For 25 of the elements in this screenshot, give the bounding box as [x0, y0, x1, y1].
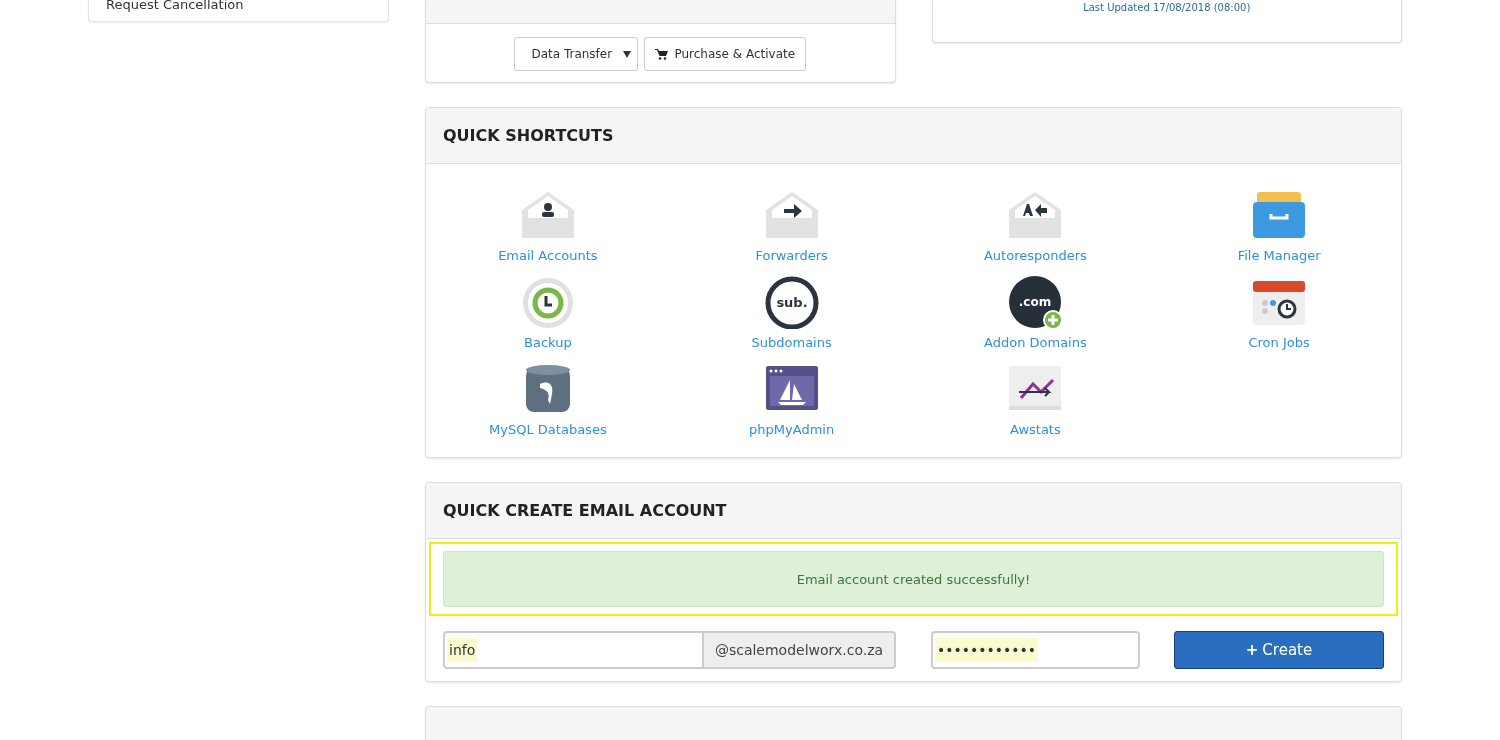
shortcut-link[interactable]: Autoresponders	[983, 248, 1087, 263]
purchase-button[interactable]: Purchase & Activate	[644, 37, 807, 71]
shortcut-link[interactable]: File Manager	[1237, 248, 1321, 263]
shortcut-link[interactable]: MySQL Databases	[489, 422, 607, 437]
cart-icon	[655, 48, 669, 60]
sidebar-item[interactable]: Request Cancellation	[88, 0, 389, 22]
caret-icon	[623, 50, 632, 58]
shortcut-link[interactable]: Awstats	[1010, 422, 1061, 437]
last-updated-text: Last Updated 17/08/2018 (08:00)	[1083, 2, 1251, 13]
panel-title: QUICK SHORTCUTS	[443, 126, 614, 145]
password-field[interactable]: ••••••••••••	[931, 631, 1140, 669]
shortcut-link[interactable]: Forwarders	[755, 248, 828, 263]
shortcut-link[interactable]: Subdomains	[751, 335, 832, 350]
shortcut-link[interactable]: Backup	[524, 335, 572, 350]
data-transfer-dropdown[interactable]: Data Transfer	[514, 37, 639, 71]
username-field[interactable]: info	[443, 631, 704, 669]
panel-title: QUICK CREATE EMAIL ACCOUNT	[443, 501, 727, 520]
domain-addon: @scalemodelworx.co.za	[704, 631, 896, 669]
com-circle-icon[interactable]: .com	[1007, 275, 1064, 329]
success-alert: Email account created successfully!	[443, 551, 1384, 607]
shortcut-link[interactable]: Addon Domains	[984, 335, 1087, 350]
shortcut-link[interactable]: Email Accounts	[498, 248, 598, 263]
create-button[interactable]: + Create	[1174, 631, 1384, 669]
shortcut-link[interactable]: phpMyAdmin	[749, 422, 835, 437]
shortcut-link[interactable]: Cron Jobs	[1248, 335, 1310, 350]
